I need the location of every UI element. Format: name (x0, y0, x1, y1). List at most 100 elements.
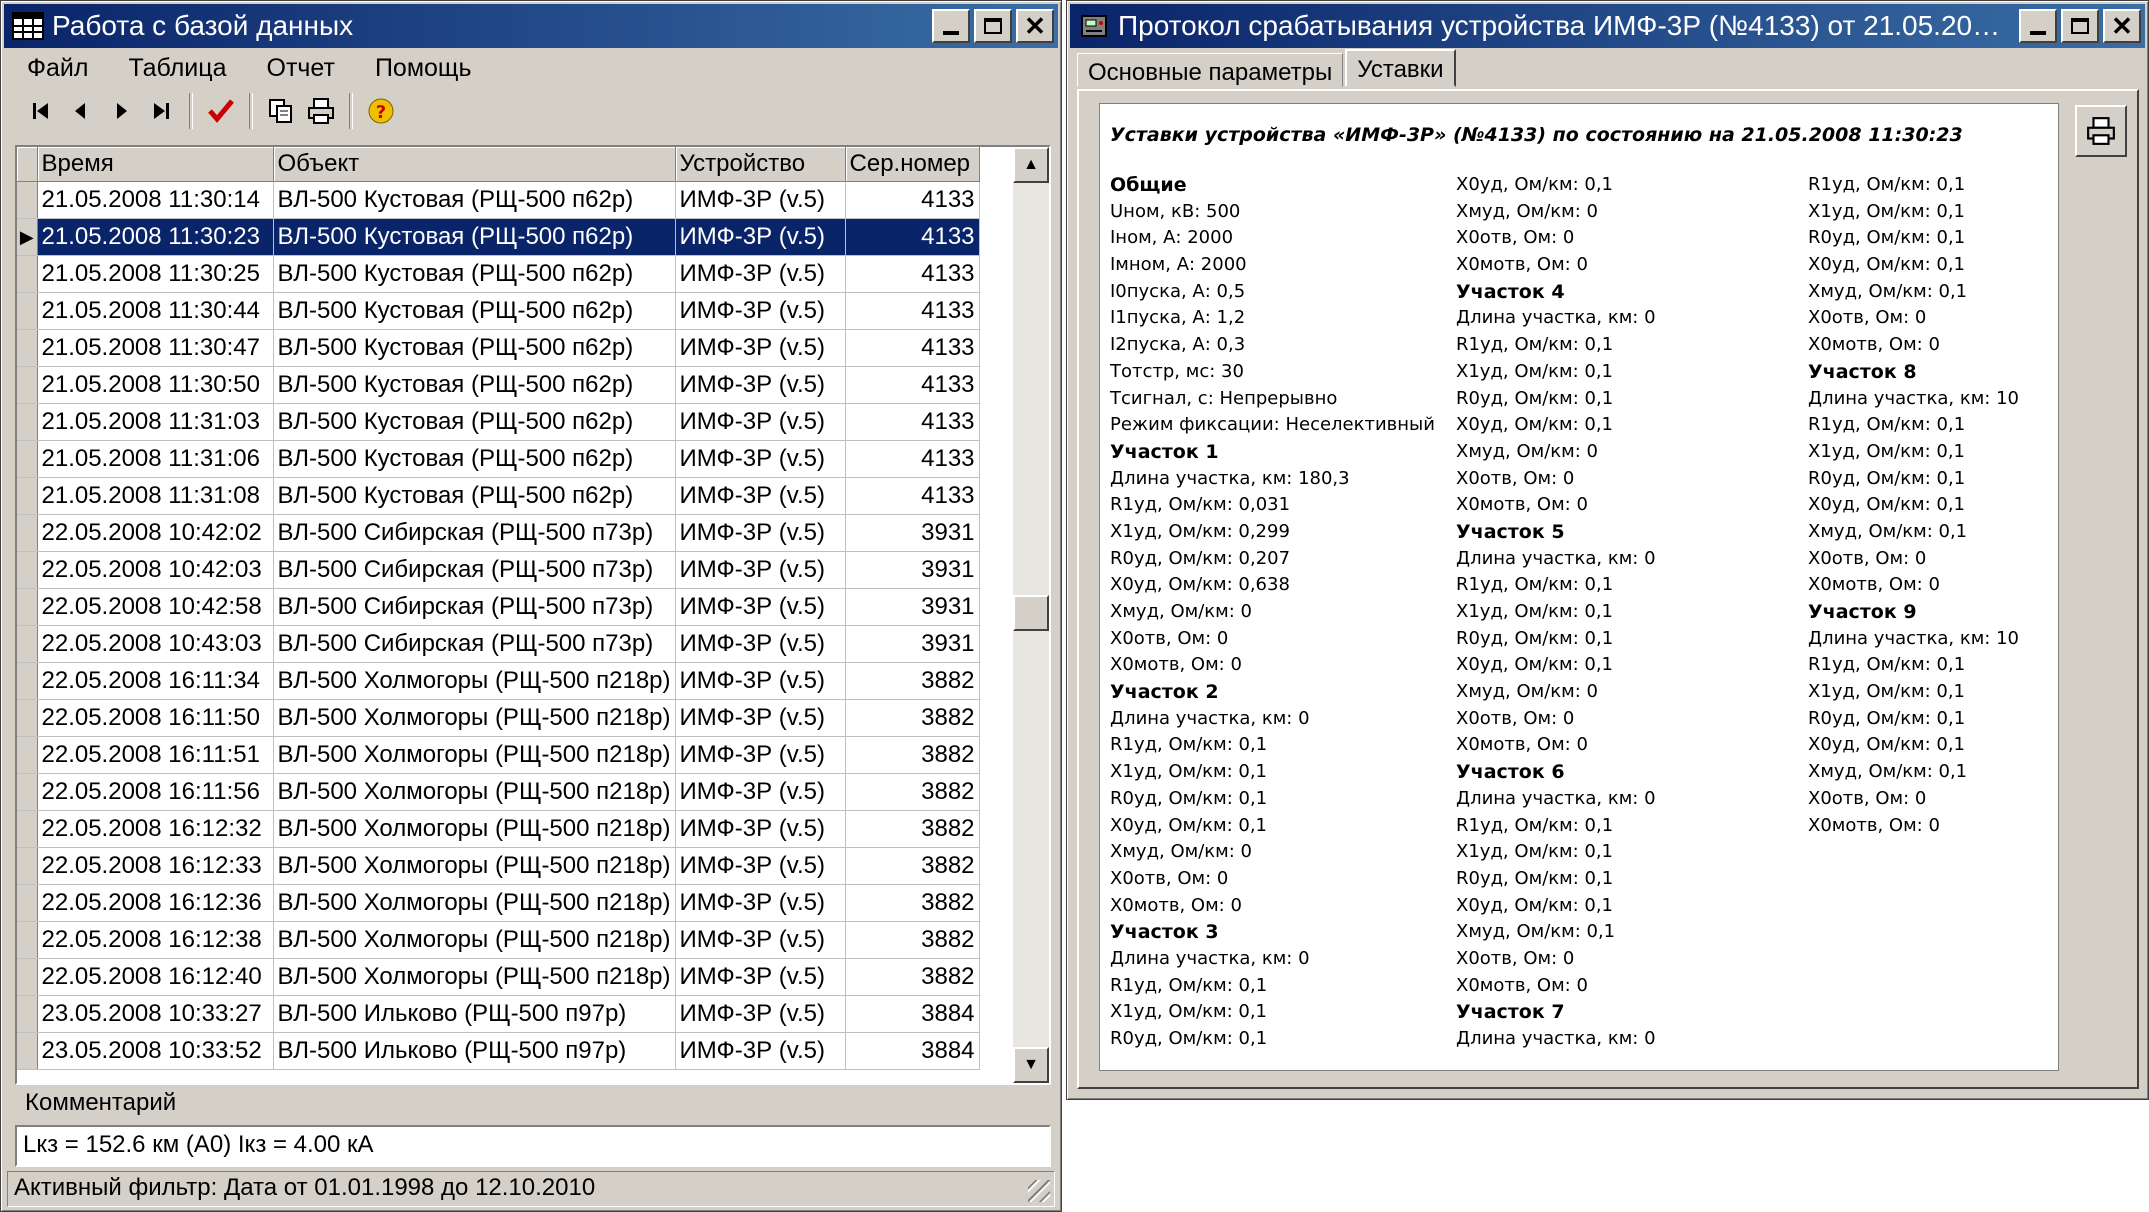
row-indicator[interactable] (17, 366, 38, 404)
cell-device[interactable]: ИМФ-3Р (v.5) (675, 329, 846, 367)
cell-object[interactable]: ВЛ-500 Сибирская (РЩ-500 п73р) (273, 588, 676, 626)
cell-object[interactable]: ВЛ-500 Холмогоры (РЩ-500 п218р) (273, 884, 676, 922)
menu-table[interactable]: Таблица (106, 51, 244, 85)
grid-vertical-scrollbar[interactable]: ▲ ▼ (1013, 147, 1049, 1083)
cell-device[interactable]: ИМФ-3Р (v.5) (675, 440, 846, 478)
menu-file[interactable]: Файл (5, 51, 106, 85)
cell-object[interactable]: ВЛ-500 Ильково (РЩ-500 п97р) (273, 1032, 676, 1070)
cell-time[interactable]: 21.05.2008 11:30:44 (37, 292, 274, 330)
menu-report[interactable]: Отчет (245, 51, 353, 85)
row-indicator[interactable]: ▶ (17, 218, 38, 256)
cell-serial[interactable]: 3931 (845, 588, 980, 626)
cell-serial[interactable]: 3882 (845, 884, 980, 922)
table-row[interactable]: 22.05.2008 16:11:34 ВЛ-500 Холмогоры (РЩ-… (17, 662, 980, 700)
table-row[interactable]: 23.05.2008 10:33:52 ВЛ-500 Ильково (РЩ-50… (17, 1032, 980, 1070)
cell-object[interactable]: ВЛ-500 Кустовая (РЩ-500 п62р) (273, 440, 676, 478)
cell-object[interactable]: ВЛ-500 Ильково (РЩ-500 п97р) (273, 995, 676, 1033)
next-record-button[interactable] (101, 91, 141, 131)
column-header-serial[interactable]: Сер.номер (845, 147, 980, 182)
table-row[interactable]: 22.05.2008 16:12:36 ВЛ-500 Холмогоры (РЩ-… (17, 884, 980, 922)
cell-time[interactable]: 22.05.2008 16:12:32 (37, 810, 274, 848)
cell-device[interactable]: ИМФ-3Р (v.5) (675, 773, 846, 811)
cell-object[interactable]: ВЛ-500 Холмогоры (РЩ-500 п218р) (273, 736, 676, 774)
cell-object[interactable]: ВЛ-500 Кустовая (РЩ-500 п62р) (273, 366, 676, 404)
cell-object[interactable]: ВЛ-500 Сибирская (РЩ-500 п73р) (273, 514, 676, 552)
tab-settings[interactable]: Уставки (1345, 49, 1456, 87)
cell-device[interactable]: ИМФ-3Р (v.5) (675, 884, 846, 922)
row-indicator[interactable] (17, 181, 38, 219)
cell-object[interactable]: ВЛ-500 Кустовая (РЩ-500 п62р) (273, 403, 676, 441)
row-indicator[interactable] (17, 625, 38, 663)
cell-device[interactable]: ИМФ-3Р (v.5) (675, 181, 846, 219)
cell-device[interactable]: ИМФ-3Р (v.5) (675, 958, 846, 996)
cell-time[interactable]: 21.05.2008 11:30:47 (37, 329, 274, 367)
cell-object[interactable]: ВЛ-500 Холмогоры (РЩ-500 п218р) (273, 662, 676, 700)
comment-field[interactable]: Lкз = 152.6 км (A0) Iкз = 4.00 кА (15, 1125, 1051, 1167)
cell-object[interactable]: ВЛ-500 Кустовая (РЩ-500 п62р) (273, 477, 676, 515)
table-row[interactable]: 22.05.2008 16:11:56 ВЛ-500 Холмогоры (РЩ-… (17, 773, 980, 811)
cell-serial[interactable]: 4133 (845, 366, 980, 404)
minimize-button[interactable] (2019, 9, 2057, 43)
cell-object[interactable]: ВЛ-500 Кустовая (РЩ-500 п62р) (273, 255, 676, 293)
cell-time[interactable]: 22.05.2008 16:12:40 (37, 958, 274, 996)
records-grid[interactable]: Время Объект Устройство Сер.номер 21.05.… (15, 145, 1051, 1085)
cell-serial[interactable]: 3931 (845, 625, 980, 663)
cell-serial[interactable]: 4133 (845, 181, 980, 219)
cell-time[interactable]: 21.05.2008 11:31:03 (37, 403, 274, 441)
cell-serial[interactable]: 4133 (845, 440, 980, 478)
table-row[interactable]: 22.05.2008 16:12:32 ВЛ-500 Холмогоры (РЩ-… (17, 810, 980, 848)
prev-record-button[interactable] (61, 91, 101, 131)
cell-serial[interactable]: 3882 (845, 662, 980, 700)
cell-device[interactable]: ИМФ-3Р (v.5) (675, 1032, 846, 1070)
last-record-button[interactable] (141, 91, 181, 131)
cell-serial[interactable]: 3882 (845, 810, 980, 848)
cell-device[interactable]: ИМФ-3Р (v.5) (675, 810, 846, 848)
row-indicator[interactable] (17, 1032, 38, 1070)
copy-button[interactable] (261, 91, 301, 131)
cell-serial[interactable]: 3882 (845, 699, 980, 737)
row-indicator[interactable] (17, 477, 38, 515)
cell-time[interactable]: 22.05.2008 10:42:03 (37, 551, 274, 589)
table-row[interactable]: 21.05.2008 11:31:08 ВЛ-500 Кустовая (РЩ-5… (17, 477, 980, 515)
resize-grip[interactable] (1028, 1180, 1050, 1202)
maximize-button[interactable] (974, 9, 1012, 43)
row-indicator[interactable] (17, 847, 38, 885)
table-row[interactable]: 23.05.2008 10:33:27 ВЛ-500 Ильково (РЩ-50… (17, 995, 980, 1033)
column-header-device[interactable]: Устройство (675, 147, 846, 182)
cell-object[interactable]: ВЛ-500 Холмогоры (РЩ-500 п218р) (273, 699, 676, 737)
table-row[interactable]: 22.05.2008 16:11:51 ВЛ-500 Холмогоры (РЩ-… (17, 736, 980, 774)
cell-object[interactable]: ВЛ-500 Сибирская (РЩ-500 п73р) (273, 551, 676, 589)
cell-device[interactable]: ИМФ-3Р (v.5) (675, 995, 846, 1033)
scroll-thumb[interactable] (1013, 595, 1049, 631)
cell-serial[interactable]: 4133 (845, 255, 980, 293)
cell-object[interactable]: ВЛ-500 Холмогоры (РЩ-500 п218р) (273, 921, 676, 959)
cell-object[interactable]: ВЛ-500 Кустовая (РЩ-500 п62р) (273, 292, 676, 330)
cell-device[interactable]: ИМФ-3Р (v.5) (675, 366, 846, 404)
cell-time[interactable]: 22.05.2008 16:12:33 (37, 847, 274, 885)
cell-time[interactable]: 22.05.2008 10:42:58 (37, 588, 274, 626)
cell-device[interactable]: ИМФ-3Р (v.5) (675, 736, 846, 774)
cell-serial[interactable]: 3884 (845, 995, 980, 1033)
table-row[interactable]: 22.05.2008 16:11:50 ВЛ-500 Холмогоры (РЩ-… (17, 699, 980, 737)
row-indicator[interactable] (17, 958, 38, 996)
cell-device[interactable]: ИМФ-3Р (v.5) (675, 588, 846, 626)
tab-main-parameters[interactable]: Основные параметры (1077, 53, 1344, 87)
row-indicator[interactable] (17, 699, 38, 737)
table-row[interactable]: ▶ 21.05.2008 11:30:23 ВЛ-500 Кустовая (РЩ-… (17, 218, 980, 256)
first-record-button[interactable] (21, 91, 61, 131)
table-row[interactable]: 21.05.2008 11:30:50 ВЛ-500 Кустовая (РЩ-5… (17, 366, 980, 404)
cell-device[interactable]: ИМФ-3Р (v.5) (675, 662, 846, 700)
cell-serial[interactable]: 3931 (845, 514, 980, 552)
cell-serial[interactable]: 4133 (845, 292, 980, 330)
cell-time[interactable]: 21.05.2008 11:31:08 (37, 477, 274, 515)
column-header-object[interactable]: Объект (273, 147, 676, 182)
minimize-button[interactable] (932, 9, 970, 43)
cell-serial[interactable]: 4133 (845, 218, 980, 256)
cell-serial[interactable]: 4133 (845, 329, 980, 367)
cell-object[interactable]: ВЛ-500 Сибирская (РЩ-500 п73р) (273, 625, 676, 663)
cell-time[interactable]: 23.05.2008 10:33:52 (37, 1032, 274, 1070)
cell-object[interactable]: ВЛ-500 Кустовая (РЩ-500 п62р) (273, 329, 676, 367)
row-indicator[interactable] (17, 995, 38, 1033)
cell-time[interactable]: 22.05.2008 16:12:38 (37, 921, 274, 959)
row-indicator[interactable] (17, 588, 38, 626)
